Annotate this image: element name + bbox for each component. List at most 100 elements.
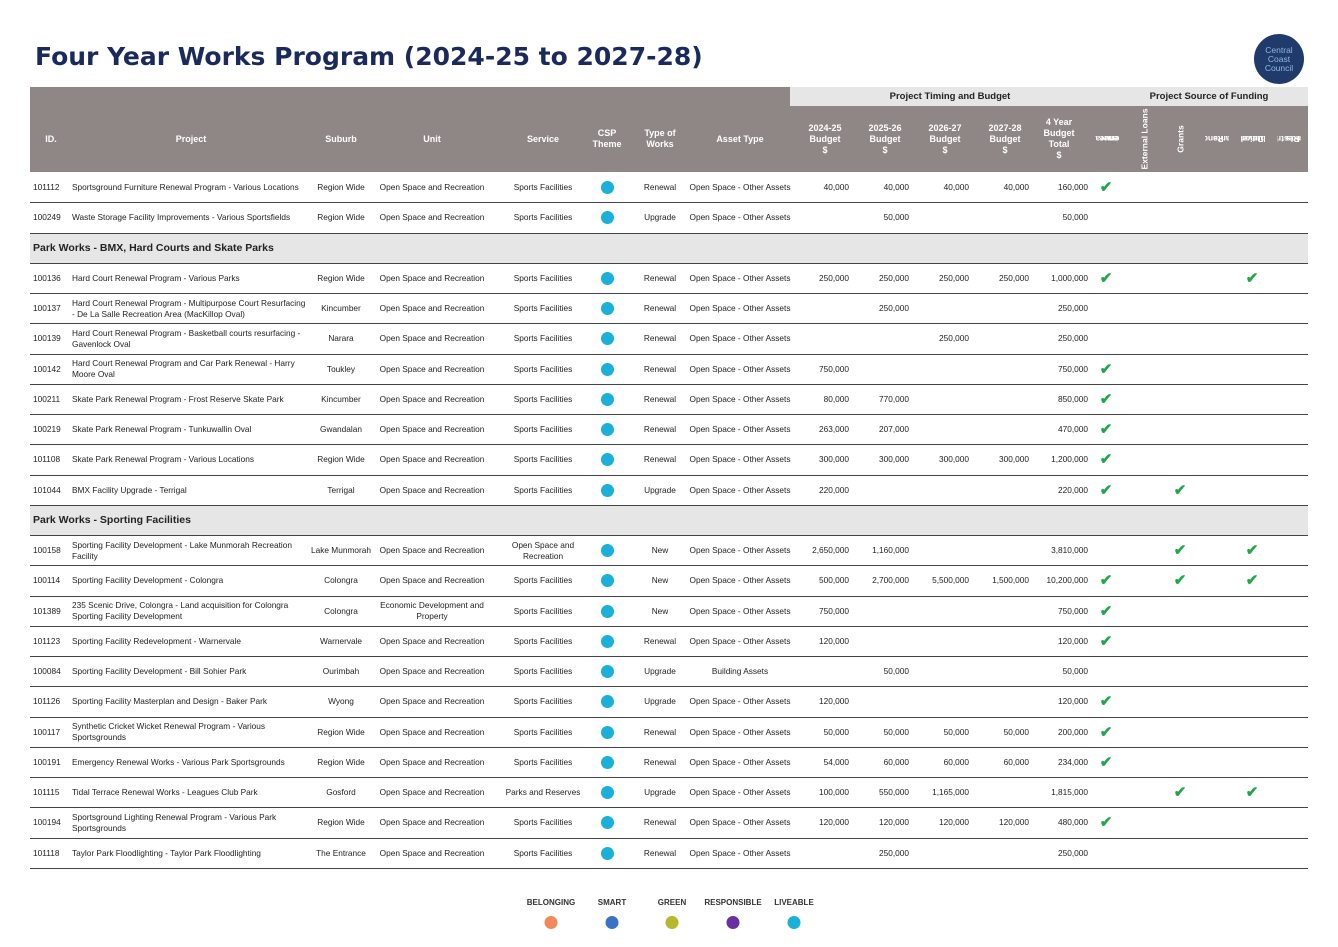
- table-header: ID. Project Suburb Unit Service CSP Theme…: [30, 106, 1308, 172]
- col-ext-header: External Loans: [1139, 108, 1149, 170]
- csp-theme-liveable: [600, 748, 614, 777]
- col-dev-header: DeveloperContributions: [1241, 134, 1265, 144]
- table-row: 101044 BMX Facility Upgrade - Terrigal Ter…: [30, 476, 1308, 506]
- cell-id: 100142: [33, 363, 61, 374]
- col-grants-header: Grants: [1176, 125, 1186, 153]
- csp-theme-liveable: [600, 808, 614, 837]
- table-row: 100219 Skate Park Renewal Program - Tunku…: [30, 415, 1308, 446]
- cell-suburb: Region Wide: [317, 756, 365, 767]
- cell-y2: 207,000: [879, 424, 909, 435]
- table-row: 100194 Sportsground Lighting Renewal Prog…: [30, 808, 1308, 839]
- cell-y4: 120,000: [999, 817, 1029, 828]
- legend-label: GREEN: [657, 898, 687, 907]
- cell-works: Renewal: [643, 182, 677, 193]
- cell-service: Sports Facilities: [513, 847, 573, 858]
- cell-y4: 50,000: [1003, 726, 1029, 737]
- cell-y4: [975, 294, 1029, 323]
- cell-y2: 300,000: [879, 454, 909, 465]
- csp-theme-liveable: [600, 324, 614, 353]
- cell-y3: [915, 476, 969, 505]
- cell-total: 850,000: [1058, 393, 1088, 404]
- legend-dot-icon: [787, 916, 801, 929]
- cell-project: Taylor Park Floodlighting - Taylor Park …: [72, 847, 261, 858]
- table-row: 101126 Sporting Facility Masterplan and D…: [30, 687, 1308, 718]
- cell-asset: Open Space - Other Assets: [689, 726, 791, 737]
- funding-check-icon: ✔: [1245, 269, 1259, 287]
- cell-y3: [915, 355, 969, 384]
- legend-dot-icon: [605, 916, 619, 929]
- funding-check-icon: ✔: [1173, 572, 1187, 590]
- col-y1-header: 2024-25 Budget $: [808, 122, 842, 155]
- cell-y1: 120,000: [819, 696, 849, 707]
- cell-id: 100191: [33, 756, 61, 767]
- cell-works: Upgrade: [644, 696, 676, 707]
- cell-project: Hard Court Renewal Program - Various Par…: [72, 272, 240, 283]
- cell-y4: [975, 536, 1029, 565]
- csp-theme-liveable: [600, 627, 614, 656]
- cell-suburb: The Entrance: [316, 847, 366, 858]
- legend-dot-icon: [726, 916, 740, 929]
- cell-service: Parks and Reserves: [505, 787, 581, 798]
- liveable-theme-dot-icon: [600, 665, 614, 679]
- cell-service: Sports Facilities: [513, 333, 573, 344]
- cell-service: Sports Facilities: [513, 696, 573, 707]
- csp-theme-liveable: [600, 173, 614, 202]
- cell-works: Renewal: [643, 303, 677, 314]
- csp-theme-liveable: [600, 415, 614, 444]
- cell-suburb: Region Wide: [317, 272, 365, 283]
- cell-project: Synthetic Cricket Wicket Renewal Program…: [72, 721, 266, 743]
- col-pending-header: PendingGrants: [1205, 134, 1229, 144]
- cell-y2: [855, 355, 909, 384]
- csp-theme-liveable: [600, 294, 614, 323]
- cell-y2: [855, 324, 909, 353]
- cell-suburb: Colongra: [324, 575, 358, 586]
- liveable-theme-dot-icon: [600, 725, 614, 739]
- cell-id: 100158: [33, 545, 61, 556]
- funding-check-icon: ✔: [1173, 784, 1187, 802]
- cell-unit: Open Space and Recreation: [379, 424, 485, 435]
- cell-id: 100084: [33, 666, 61, 677]
- cell-y2: [855, 627, 909, 656]
- cell-y2: 2,700,000: [872, 575, 909, 586]
- cell-project: BMX Facility Upgrade - Terrigal: [72, 484, 187, 495]
- cell-y2: 250,000: [879, 272, 909, 283]
- liveable-theme-dot-icon: [600, 544, 614, 558]
- cell-unit: Open Space and Recreation: [379, 333, 485, 344]
- section-heading: Park Works - Sporting Facilities: [30, 505, 1308, 536]
- funding-check-icon: ✔: [1099, 390, 1113, 408]
- cell-works: Renewal: [643, 333, 677, 344]
- table-row: 100114 Sporting Facility Development - Co…: [30, 566, 1308, 597]
- cell-suburb: Region Wide: [317, 454, 365, 465]
- csp-theme-liveable: [600, 203, 614, 232]
- col-y3-header: 2026-27 Budget $: [928, 122, 962, 155]
- table-row: 100084 Sporting Facility Development - Bi…: [30, 657, 1308, 688]
- col-suburb-header: Suburb: [325, 133, 357, 144]
- table-row: 100139 Hard Court Renewal Program - Baske…: [30, 324, 1308, 355]
- cell-y4: [975, 597, 1029, 626]
- cell-unit: Open Space and Recreation: [379, 545, 485, 556]
- csp-theme-liveable: [600, 597, 614, 626]
- cell-y3: [915, 415, 969, 444]
- cell-project: Waste Storage Facility Improvements - Va…: [72, 212, 291, 223]
- cell-y2: [855, 687, 909, 716]
- cell-unit: Open Space and Recreation: [379, 303, 485, 314]
- cell-asset: Open Space - Other Assets: [689, 424, 791, 435]
- cell-works: Renewal: [643, 635, 677, 646]
- funding-check-icon: ✔: [1099, 360, 1113, 378]
- cell-project: Skate Park Renewal Program - Tunkuwallin…: [72, 424, 252, 435]
- csp-theme-liveable: [600, 657, 614, 686]
- cell-project: Skate Park Renewal Program - Various Loc…: [72, 454, 255, 465]
- cell-suburb: Colongra: [324, 605, 358, 616]
- cell-project: Sporting Facility Masterplan and Design …: [72, 696, 268, 707]
- cell-works: Renewal: [643, 393, 677, 404]
- cell-project: Emergency Renewal Works - Various Park S…: [72, 756, 285, 767]
- legend-label: SMART: [597, 898, 627, 907]
- cell-suburb: Ourimbah: [322, 666, 360, 677]
- cell-id: 100219: [33, 424, 61, 435]
- cell-works: Renewal: [643, 363, 677, 374]
- cell-id: 100136: [33, 272, 61, 283]
- cell-suburb: Kincumber: [321, 393, 361, 404]
- cell-y4: 300,000: [999, 454, 1029, 465]
- cell-id: 101123: [33, 635, 61, 646]
- cell-unit: Open Space and Recreation: [379, 817, 485, 828]
